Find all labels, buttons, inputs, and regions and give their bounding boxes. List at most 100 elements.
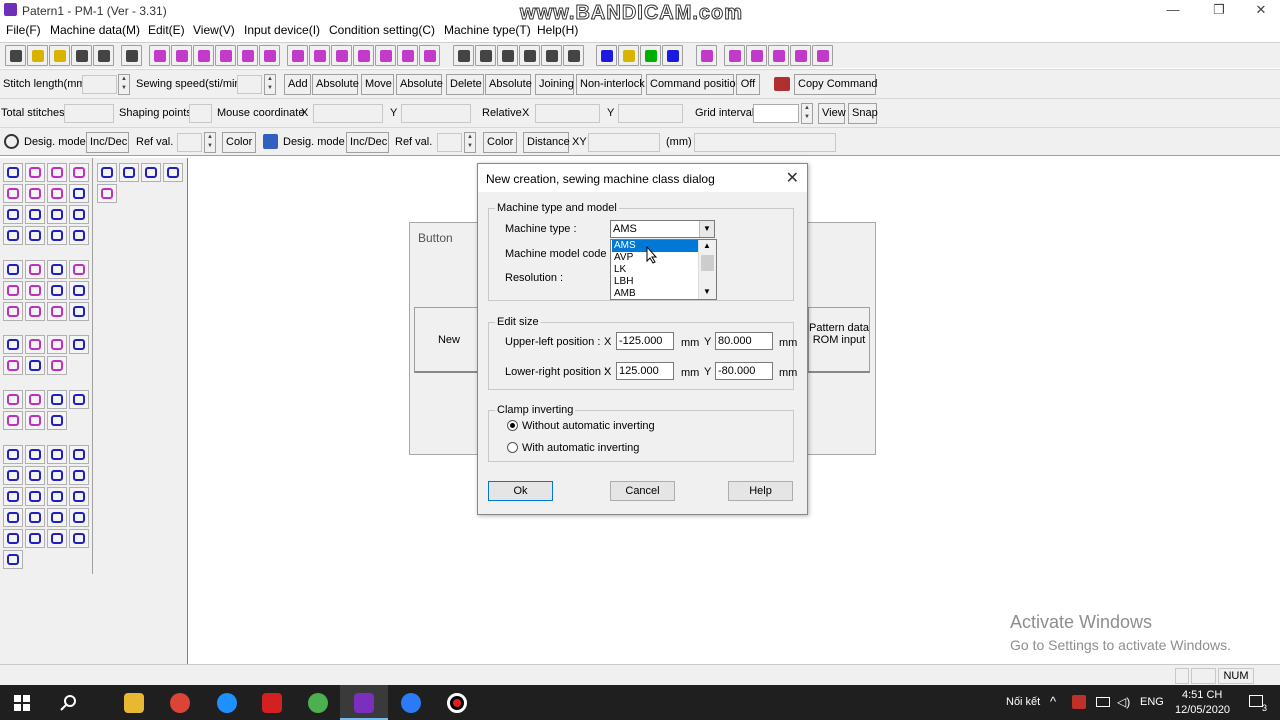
dropdown-scrollbar[interactable]: ▲ ▼ bbox=[698, 240, 716, 299]
palette-tool-icon[interactable] bbox=[25, 390, 45, 409]
preview-icon[interactable] bbox=[93, 45, 114, 66]
palette-tool-icon[interactable] bbox=[3, 390, 23, 409]
palette-tool-icon[interactable] bbox=[97, 163, 117, 182]
palette-tool-icon[interactable] bbox=[47, 487, 67, 506]
tray-input-language[interactable]: ENG bbox=[1140, 696, 1164, 708]
paste-icon[interactable] bbox=[497, 45, 518, 66]
chrome-icon[interactable] bbox=[170, 693, 190, 713]
pattern-tool-6-icon[interactable] bbox=[397, 45, 418, 66]
palette-tool-icon[interactable] bbox=[69, 184, 89, 203]
palette-tool-icon[interactable] bbox=[3, 529, 23, 548]
palette-tool-icon[interactable] bbox=[3, 226, 23, 245]
palette-tool-icon[interactable] bbox=[25, 163, 45, 182]
palette-tool-icon[interactable] bbox=[25, 487, 45, 506]
pdf-reader-icon[interactable] bbox=[262, 693, 282, 713]
pattern-rom-input-button[interactable]: Pattern data ROM input bbox=[808, 307, 870, 373]
inc-dec-button-2[interactable]: Inc/Dec bbox=[346, 132, 389, 153]
cut-icon[interactable] bbox=[453, 45, 474, 66]
print-icon[interactable] bbox=[71, 45, 92, 66]
maximize-button[interactable]: ❐ bbox=[1196, 1, 1242, 19]
pattern-tool-4-icon[interactable] bbox=[353, 45, 374, 66]
palette-tool-icon[interactable] bbox=[3, 302, 23, 321]
menu-machine-type[interactable]: Machine type(T) bbox=[444, 23, 531, 37]
palette-tool-icon[interactable] bbox=[25, 508, 45, 527]
file-explorer-icon[interactable] bbox=[124, 693, 144, 713]
pattern-tool-5-icon[interactable] bbox=[375, 45, 396, 66]
palette-tool-icon[interactable] bbox=[69, 335, 89, 354]
absolute-move-button[interactable]: Absolute bbox=[396, 74, 443, 95]
machine-tool-2-icon[interactable] bbox=[724, 45, 745, 66]
palette-tool-icon[interactable] bbox=[141, 163, 161, 182]
joining-button[interactable]: Joining bbox=[535, 74, 574, 95]
color-button-1[interactable]: Color bbox=[222, 132, 256, 153]
palette-tool-icon[interactable] bbox=[119, 163, 139, 182]
tray-date[interactable]: 12/05/2020 bbox=[1175, 704, 1230, 716]
menu-view[interactable]: View(V) bbox=[193, 23, 235, 37]
menu-condition-setting[interactable]: Condition setting(C) bbox=[329, 23, 435, 37]
bmp-icon[interactable] bbox=[237, 45, 258, 66]
without-auto-inverting-radio[interactable] bbox=[507, 420, 518, 431]
palette-tool-icon[interactable] bbox=[3, 335, 23, 354]
pattern-tool-1-icon[interactable] bbox=[287, 45, 308, 66]
without-auto-inverting-label[interactable]: Without automatic inverting bbox=[522, 420, 655, 432]
tray-antivirus-icon[interactable] bbox=[1072, 695, 1086, 709]
palette-tool-icon[interactable] bbox=[3, 411, 23, 430]
palette-tool-icon[interactable] bbox=[47, 260, 67, 279]
machine-tool-5-icon[interactable] bbox=[790, 45, 811, 66]
palette-tool-icon[interactable] bbox=[3, 466, 23, 485]
dropdown-arrow-icon[interactable]: ▼ bbox=[699, 221, 714, 237]
open-folder-icon[interactable] bbox=[27, 45, 48, 66]
sewing-speed-spinner[interactable]: ▲ ▼ bbox=[264, 74, 276, 95]
open-alt-icon[interactable] bbox=[49, 45, 70, 66]
machine-tool-6-icon[interactable] bbox=[812, 45, 833, 66]
pattern-tool-3-icon[interactable] bbox=[331, 45, 352, 66]
palette-tool-icon[interactable] bbox=[25, 466, 45, 485]
pattern-tool-7-icon[interactable] bbox=[419, 45, 440, 66]
add-button[interactable]: Add bbox=[284, 74, 311, 95]
off-button[interactable]: Off bbox=[736, 74, 760, 95]
lower-right-y-input[interactable]: -80.000 bbox=[715, 362, 773, 380]
color-button-2[interactable]: Color bbox=[483, 132, 517, 153]
delete-button[interactable]: Delete bbox=[446, 74, 484, 95]
palette-tool-icon[interactable] bbox=[69, 163, 89, 182]
grid-icon[interactable] bbox=[563, 45, 584, 66]
play-icon[interactable] bbox=[640, 45, 661, 66]
palette-tool-icon[interactable] bbox=[47, 163, 67, 182]
palette-tool-icon[interactable] bbox=[3, 508, 23, 527]
option-amb[interactable]: AMB bbox=[612, 288, 700, 299]
palette-tool-icon[interactable] bbox=[25, 281, 45, 300]
palette-tool-icon[interactable] bbox=[97, 184, 117, 203]
save-icon[interactable] bbox=[121, 45, 142, 66]
last-icon[interactable] bbox=[662, 45, 683, 66]
close-window-button[interactable]: ✕ bbox=[1238, 1, 1280, 19]
palette-tool-icon[interactable] bbox=[69, 281, 89, 300]
palette-tool-icon[interactable] bbox=[25, 184, 45, 203]
windows-start-icon[interactable] bbox=[14, 695, 30, 711]
palette-tool-icon[interactable] bbox=[25, 529, 45, 548]
palette-tool-icon[interactable] bbox=[69, 487, 89, 506]
copy-icon[interactable] bbox=[475, 45, 496, 66]
notification-center-icon[interactable] bbox=[1249, 695, 1263, 707]
edit-tool-3-icon[interactable] bbox=[193, 45, 214, 66]
palette-tool-icon[interactable] bbox=[69, 529, 89, 548]
pm1-app-icon[interactable] bbox=[354, 693, 374, 713]
palette-tool-icon[interactable] bbox=[25, 335, 45, 354]
help-button[interactable]: Help bbox=[728, 481, 793, 501]
palette-tool-icon[interactable] bbox=[69, 508, 89, 527]
palette-tool-icon[interactable] bbox=[3, 163, 23, 182]
with-auto-inverting-label[interactable]: With automatic inverting bbox=[522, 442, 639, 454]
palette-tool-icon[interactable] bbox=[47, 529, 67, 548]
option-lbh[interactable]: LBH bbox=[612, 276, 700, 288]
with-auto-inverting-radio[interactable] bbox=[507, 442, 518, 453]
menu-file[interactable]: File(F) bbox=[6, 23, 41, 37]
move-button[interactable]: Move bbox=[361, 74, 394, 95]
palette-tool-icon[interactable] bbox=[69, 302, 89, 321]
palette-tool-icon[interactable] bbox=[25, 226, 45, 245]
ok-button[interactable]: Ok bbox=[488, 481, 553, 501]
menu-help[interactable]: Help(H) bbox=[537, 23, 578, 37]
back-icon[interactable] bbox=[618, 45, 639, 66]
palette-tool-icon[interactable] bbox=[3, 445, 23, 464]
palette-tool-icon[interactable] bbox=[3, 205, 23, 224]
absolute-add-button[interactable]: Absolute bbox=[312, 74, 359, 95]
palette-tool-icon[interactable] bbox=[69, 466, 89, 485]
